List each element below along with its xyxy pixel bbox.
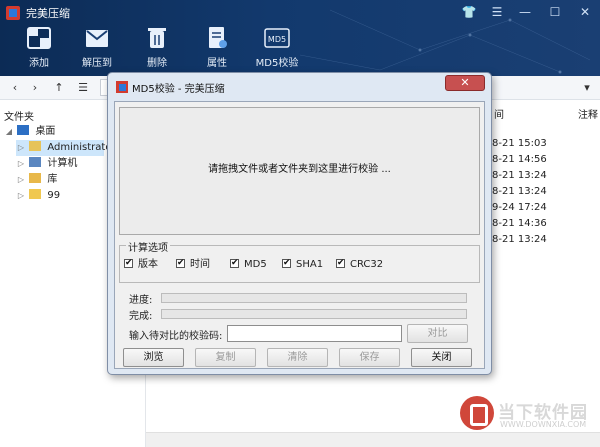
- forward-button[interactable]: ›: [26, 79, 44, 97]
- back-button[interactable]: ‹: [6, 79, 24, 97]
- app-title: 完美压缩: [26, 7, 70, 20]
- option-label: 版本: [138, 259, 158, 270]
- add-icon: [27, 27, 51, 49]
- expand-caret-icon[interactable]: ▷: [16, 140, 26, 156]
- dialog-body: 请拖拽文件或者文件夹到这里进行校验 ... 计算选项 版本 时间 MD5 SHA…: [114, 101, 485, 369]
- trash-icon: [148, 28, 166, 48]
- md5-dialog: MD5校验 - 完美压缩 ✕ 请拖拽文件或者文件夹到这里进行校验 ... 计算选…: [107, 72, 492, 375]
- save-button[interactable]: 保存: [339, 348, 400, 367]
- watermark-logo-icon: [460, 396, 494, 430]
- done-label: 完成:: [129, 311, 153, 322]
- close-button[interactable]: 关闭: [411, 348, 472, 367]
- tree-item-label: 库: [47, 174, 58, 185]
- option-sha1-checkbox[interactable]: SHA1: [282, 257, 324, 273]
- close-window-button[interactable]: ✕: [572, 3, 598, 21]
- extract-icon: [86, 30, 108, 47]
- path-dropdown-button[interactable]: ▾: [578, 79, 596, 97]
- row-date[interactable]: 9-24 17:24: [492, 202, 547, 213]
- menu-icon[interactable]: ☰: [484, 3, 510, 21]
- toolbar-delete-label: 删除: [147, 58, 167, 69]
- folder-icon: [29, 189, 42, 199]
- option-version-checkbox[interactable]: 版本: [124, 257, 158, 273]
- row-date[interactable]: 8-21 14:56: [492, 154, 547, 165]
- checkbox-checked-icon[interactable]: [124, 257, 133, 269]
- expand-caret-icon[interactable]: ▷: [16, 188, 26, 204]
- checkbox-checked-icon[interactable]: [230, 257, 239, 269]
- option-md5-checkbox[interactable]: MD5: [230, 257, 267, 273]
- skin-icon[interactable]: 👕: [456, 3, 482, 21]
- copy-button[interactable]: 复制: [195, 348, 256, 367]
- toolbar-extract-button[interactable]: 解压到: [72, 26, 122, 69]
- tree-item-label: 桌面: [35, 126, 56, 137]
- option-label: SHA1: [296, 259, 324, 270]
- view-list-button[interactable]: ☰: [74, 79, 92, 97]
- maximize-button[interactable]: ☐: [542, 3, 568, 21]
- hash-compare-input[interactable]: [227, 325, 402, 342]
- toolbar-extract-label: 解压到: [82, 58, 112, 69]
- option-time-checkbox[interactable]: 时间: [176, 257, 210, 273]
- done-bar: [161, 309, 467, 319]
- toolbar-md5-button[interactable]: MD5 MD5校验: [252, 26, 302, 69]
- collapse-caret-icon[interactable]: ◢: [4, 124, 14, 140]
- toolbar-delete-button[interactable]: 删除: [132, 26, 182, 69]
- up-button[interactable]: ↑: [50, 79, 68, 97]
- user-folder-icon: [29, 141, 42, 151]
- row-date[interactable]: 8-21 15:03: [492, 138, 547, 149]
- minimize-button[interactable]: —: [512, 3, 538, 21]
- expand-caret-icon[interactable]: ▷: [16, 172, 26, 188]
- dialog-close-button[interactable]: ✕: [445, 75, 485, 91]
- column-header-note[interactable]: 注释: [578, 106, 598, 121]
- computer-icon: [29, 157, 42, 167]
- toolbar-properties-button[interactable]: 属性: [192, 26, 242, 69]
- compare-button[interactable]: 对比: [407, 324, 468, 343]
- dialog-title: MD5校验 - 完美压缩: [132, 84, 225, 95]
- expand-caret-icon[interactable]: ▷: [16, 156, 26, 172]
- library-icon: [29, 173, 42, 183]
- progress-label: 进度:: [129, 295, 153, 306]
- checkbox-checked-icon[interactable]: [176, 257, 185, 269]
- toolbar-add-button[interactable]: 添加: [14, 26, 64, 69]
- options-group: 计算选项 版本 时间 MD5 SHA1 CRC32: [119, 239, 480, 283]
- row-date[interactable]: 8-21 13:24: [492, 234, 547, 245]
- checkbox-checked-icon[interactable]: [282, 257, 291, 269]
- md5-icon-text: MD5: [268, 35, 286, 44]
- tree-header: 文件夹: [4, 112, 34, 123]
- horizontal-scrollbar[interactable]: [146, 432, 600, 447]
- title-toolbar-band: 完美压缩 👕 ☰ — ☐ ✕ 添加 解压到 删除 属性 MD5 MD5校验: [0, 0, 600, 76]
- row-date[interactable]: 8-21 13:24: [492, 186, 547, 197]
- file-drop-zone[interactable]: 请拖拽文件或者文件夹到这里进行校验 ...: [119, 107, 480, 235]
- watermark-url: WWW.DOWNXIA.COM: [500, 420, 587, 429]
- tree-item-label: 计算机: [47, 158, 78, 169]
- tree-item-99[interactable]: ▷ 99: [16, 188, 60, 204]
- properties-icon: [209, 27, 227, 48]
- option-label: 时间: [190, 259, 210, 270]
- clear-button[interactable]: 清除: [267, 348, 328, 367]
- option-crc32-checkbox[interactable]: CRC32: [336, 257, 384, 273]
- toolbar-properties-label: 属性: [207, 58, 227, 69]
- progress-bar: [161, 293, 467, 303]
- toolbar-md5-label: MD5校验: [255, 58, 299, 69]
- hash-compare-label: 输入待对比的校验码:: [129, 331, 223, 342]
- column-header-modified[interactable]: 间: [494, 106, 504, 121]
- toolbar-add-label: 添加: [29, 58, 49, 69]
- md5-icon: MD5: [264, 28, 290, 48]
- dialog-app-icon: [116, 81, 128, 93]
- tree-item-computer[interactable]: ▷ 计算机: [16, 156, 77, 172]
- row-date[interactable]: 8-21 14:36: [492, 218, 547, 229]
- drop-message: 请拖拽文件或者文件夹到这里进行校验 ...: [208, 164, 391, 175]
- tree-item-administrator[interactable]: ▷ Administrator: [16, 140, 116, 156]
- checkbox-checked-icon[interactable]: [336, 257, 345, 269]
- options-title: 计算选项: [126, 239, 170, 254]
- tree-item-desktop[interactable]: ◢ 桌面: [4, 124, 55, 140]
- row-date[interactable]: 8-21 13:24: [492, 170, 547, 181]
- tree-item-library[interactable]: ▷ 库: [16, 172, 57, 188]
- option-label: CRC32: [350, 259, 384, 270]
- desktop-icon: [17, 125, 30, 135]
- browse-button[interactable]: 浏览: [123, 348, 184, 367]
- option-label: MD5: [244, 259, 267, 270]
- tree-item-label: Administrator: [47, 142, 116, 153]
- tree-item-label: 99: [47, 190, 61, 201]
- app-logo-icon: [6, 6, 20, 20]
